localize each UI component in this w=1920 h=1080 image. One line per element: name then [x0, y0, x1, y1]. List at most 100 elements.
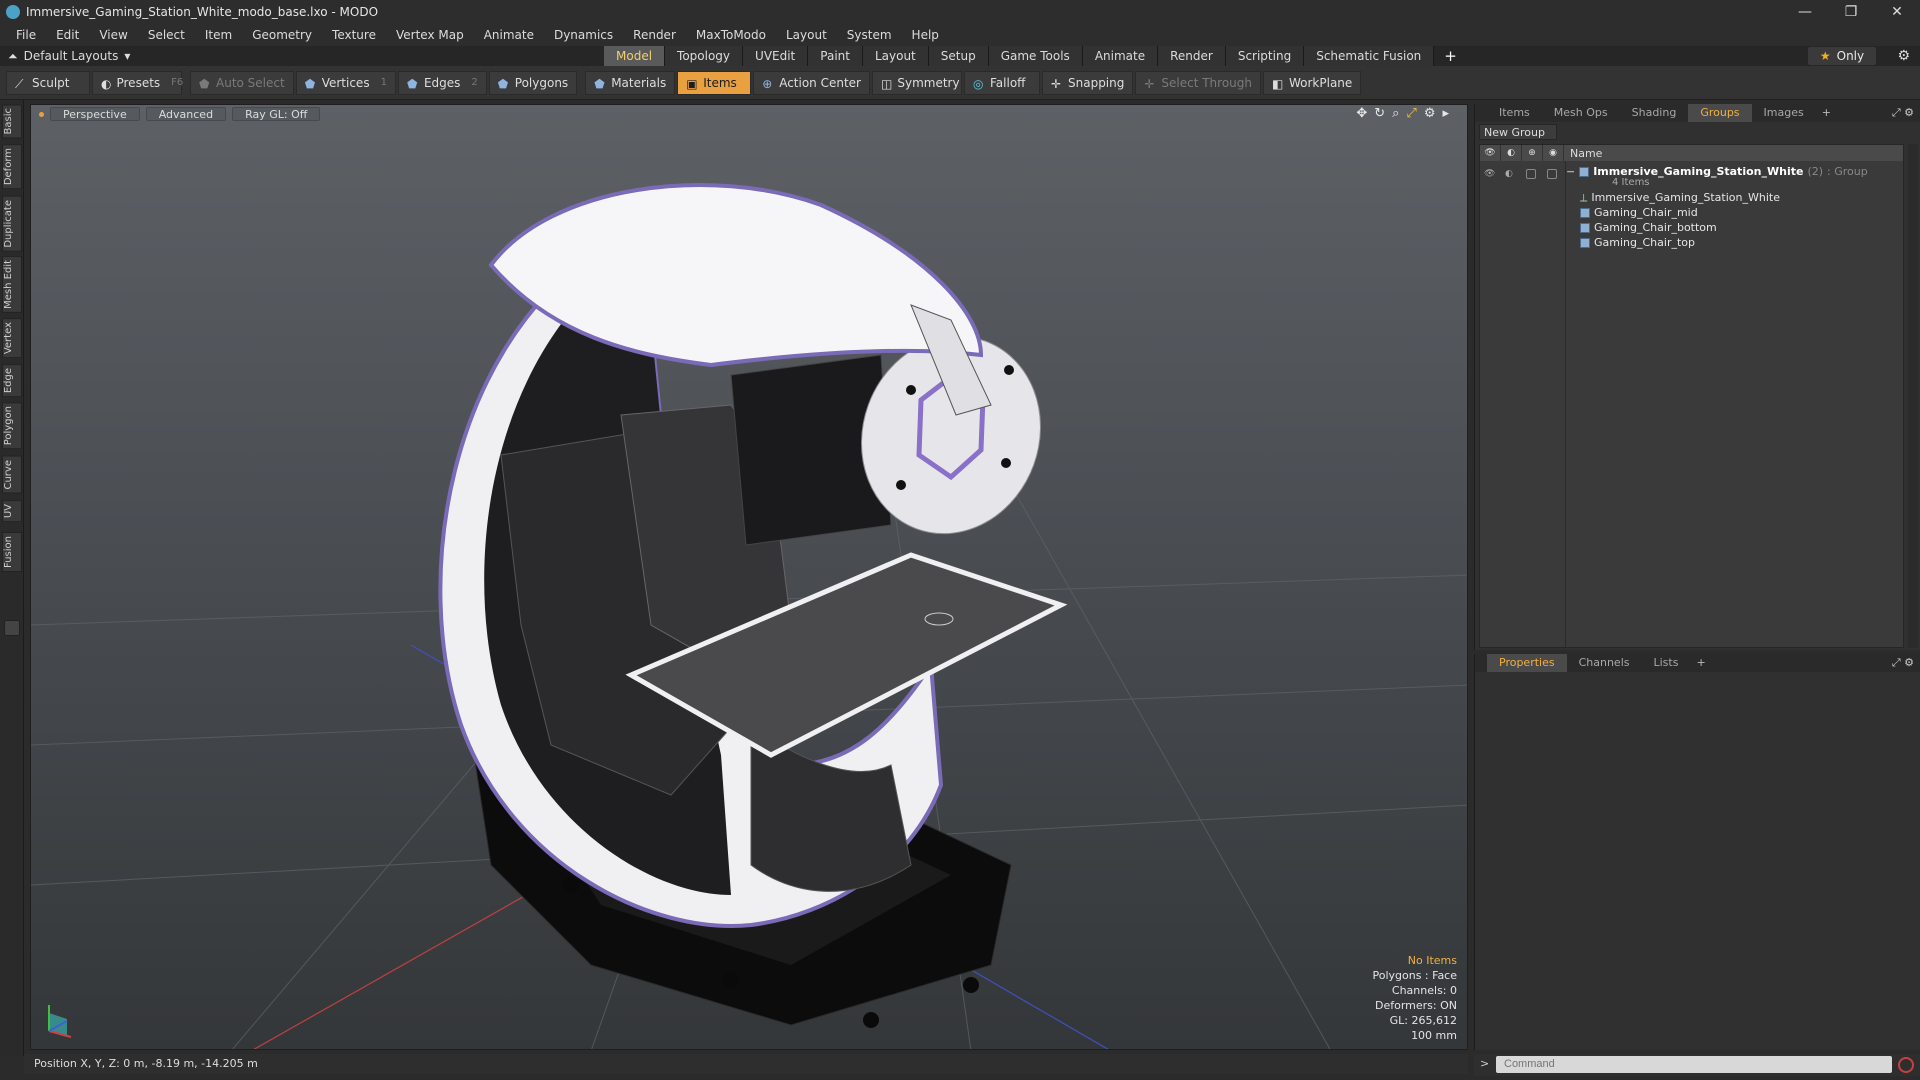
collapse-icon[interactable]: −	[1566, 163, 1575, 180]
tab-paint[interactable]: Paint	[808, 46, 863, 66]
menu-geometry[interactable]: Geometry	[242, 28, 322, 42]
vtab-fusion[interactable]: Fusion	[2, 532, 22, 572]
restore-button[interactable]: ❐	[1828, 0, 1874, 24]
vtab-polygon[interactable]: Polygon	[2, 402, 22, 450]
tab-shading[interactable]: Shading	[1620, 104, 1689, 122]
menu-help[interactable]: Help	[902, 28, 949, 42]
group-visibility-toggle[interactable]: 👁	[1484, 169, 1495, 179]
add-tab-button[interactable]: +	[1434, 46, 1467, 66]
properties-maximize-icon[interactable]: ⤢ ⚙	[1892, 656, 1914, 670]
polygons-button[interactable]: ⬟ Polygons	[488, 70, 578, 95]
tab-schematic-fusion[interactable]: Schematic Fusion	[1304, 46, 1435, 66]
tab-render[interactable]: Render	[1158, 46, 1226, 66]
render-column-icon[interactable]: ◐	[1501, 145, 1522, 161]
raygl-toggle[interactable]: Ray GL: Off	[232, 107, 321, 121]
shading-dropdown[interactable]: Advanced	[145, 107, 227, 121]
snapping-button[interactable]: ✛ Snapping	[1042, 70, 1134, 95]
new-group-button[interactable]: New Group	[1479, 124, 1557, 140]
tab-setup[interactable]: Setup	[928, 46, 989, 66]
tab-properties[interactable]: Properties	[1487, 654, 1567, 672]
3d-viewport[interactable]: Perspective Advanced Ray GL: Off ✥ ↻ ⌕ ⤢…	[30, 104, 1468, 1050]
vtab-mesh-edit[interactable]: Mesh Edit	[2, 256, 22, 313]
sculpt-button[interactable]: ⟋ Sculpt	[6, 70, 90, 95]
vtab-curve[interactable]: Curve	[2, 456, 22, 494]
action-center-button[interactable]: ⊕ Action Center	[753, 70, 870, 95]
menu-dynamics[interactable]: Dynamics	[544, 28, 623, 42]
select-through-icon: ✛	[1144, 76, 1155, 91]
tab-groups[interactable]: Groups	[1688, 104, 1752, 122]
falloff-label: Falloff	[990, 75, 1026, 90]
close-button[interactable]: ✕	[1874, 0, 1920, 24]
tab-mesh-ops[interactable]: Mesh Ops	[1542, 104, 1620, 122]
falloff-button[interactable]: ◎ Falloff	[964, 70, 1040, 95]
tab-scripting[interactable]: Scripting	[1225, 46, 1305, 66]
group-lock-toggle[interactable]	[1526, 169, 1536, 179]
select-through-button[interactable]: ✛ Select Through	[1135, 70, 1261, 95]
tab-channels[interactable]: Channels	[1567, 654, 1642, 672]
vtab-vertex[interactable]: Vertex	[2, 318, 22, 359]
items-button[interactable]: ▣ Items	[677, 70, 752, 95]
menu-animate[interactable]: Animate	[474, 28, 544, 42]
menu-view[interactable]: View	[89, 28, 137, 42]
tree-item[interactable]: Gaming_Chair_top	[1580, 234, 1695, 251]
tab-model[interactable]: Model	[604, 46, 666, 66]
tab-game-tools[interactable]: Game Tools	[988, 46, 1083, 66]
materials-button[interactable]: ⬟ Materials	[585, 70, 676, 95]
panel-maximize-icon[interactable]: ⤢ ⚙	[1892, 106, 1914, 120]
visibility-column-icon[interactable]: 👁	[1480, 145, 1501, 161]
vtab-deform[interactable]: Deform	[2, 144, 22, 190]
groups-tree: 👁 ◐ ⊕ ◉ Name 👁 ◐ − Immersive_Gaming_Stat…	[1479, 144, 1904, 648]
vtab-duplicate[interactable]: Duplicate	[2, 196, 22, 252]
auto-select-button[interactable]: ⬟ Auto Select	[190, 70, 294, 95]
tab-lists[interactable]: Lists	[1642, 654, 1691, 672]
gear-icon[interactable]: ⚙	[1897, 48, 1910, 64]
fit-icon[interactable]: ⤢	[1406, 106, 1416, 121]
vtab-uv[interactable]: UV	[2, 500, 22, 523]
tab-layout[interactable]: Layout	[862, 46, 929, 66]
tab-items[interactable]: Items	[1487, 104, 1542, 122]
group-render-toggle[interactable]: ◐	[1505, 169, 1515, 179]
group-select-toggle[interactable]	[1547, 169, 1557, 179]
tab-animate[interactable]: Animate	[1082, 46, 1159, 66]
workplane-button[interactable]: ◧ WorkPlane	[1262, 70, 1362, 95]
viewport-settings-icon[interactable]: ⚙	[1424, 106, 1436, 121]
rotate-icon[interactable]: ↻	[1374, 106, 1385, 121]
menu-select[interactable]: Select	[138, 28, 195, 42]
command-history-icon[interactable]: >	[1480, 1057, 1489, 1070]
menu-maxtomodo[interactable]: MaxToModo	[686, 28, 776, 42]
lock-column-icon[interactable]: ⊕	[1522, 145, 1543, 161]
menu-texture[interactable]: Texture	[322, 28, 386, 42]
zoom-icon[interactable]: ⌕	[1392, 106, 1399, 121]
command-input[interactable]	[1496, 1056, 1892, 1073]
menu-layout[interactable]: Layout	[776, 28, 837, 42]
presets-button[interactable]: ◐ Presets F6	[92, 70, 183, 95]
vtab-basic[interactable]: Basic	[2, 104, 22, 139]
tab-uvedit[interactable]: UVEdit	[743, 46, 809, 66]
pan-icon[interactable]: ✥	[1356, 106, 1367, 121]
menu-system[interactable]: System	[837, 28, 902, 42]
add-properties-tab-button[interactable]: +	[1690, 654, 1711, 672]
view-mode-dropdown[interactable]: Perspective	[50, 107, 140, 121]
menu-file[interactable]: File	[6, 28, 46, 42]
edges-button[interactable]: ⬟ Edges 2	[397, 70, 487, 95]
symmetry-button[interactable]: ◫ Symmetry	[872, 70, 962, 95]
menu-vertex-map[interactable]: Vertex Map	[386, 28, 474, 42]
vtab-edge[interactable]: Edge	[2, 364, 22, 398]
name-column-header[interactable]: Name	[1564, 147, 1602, 160]
menu-edit[interactable]: Edit	[46, 28, 89, 42]
layouts-dropdown[interactable]: ⏶ Default Layouts ▾	[8, 49, 148, 64]
menu-item[interactable]: Item	[195, 28, 242, 42]
select-column-icon[interactable]: ◉	[1543, 145, 1564, 161]
minimize-button[interactable]: —	[1782, 0, 1828, 24]
command-clear-icon[interactable]	[1898, 1057, 1914, 1073]
vertices-button[interactable]: ⬟ Vertices 1	[295, 70, 396, 95]
viewport-menu-dot[interactable]	[39, 111, 44, 117]
add-panel-tab-button[interactable]: +	[1816, 104, 1837, 122]
tree-scrollbar[interactable]	[1908, 144, 1918, 648]
collapse-toggle[interactable]	[4, 620, 20, 636]
menu-render[interactable]: Render	[623, 28, 686, 42]
tab-images[interactable]: Images	[1752, 104, 1816, 122]
viewport-expand-icon[interactable]: ▸	[1442, 106, 1449, 121]
only-button[interactable]: ★ Only	[1808, 47, 1876, 65]
tab-topology[interactable]: Topology	[665, 46, 744, 66]
